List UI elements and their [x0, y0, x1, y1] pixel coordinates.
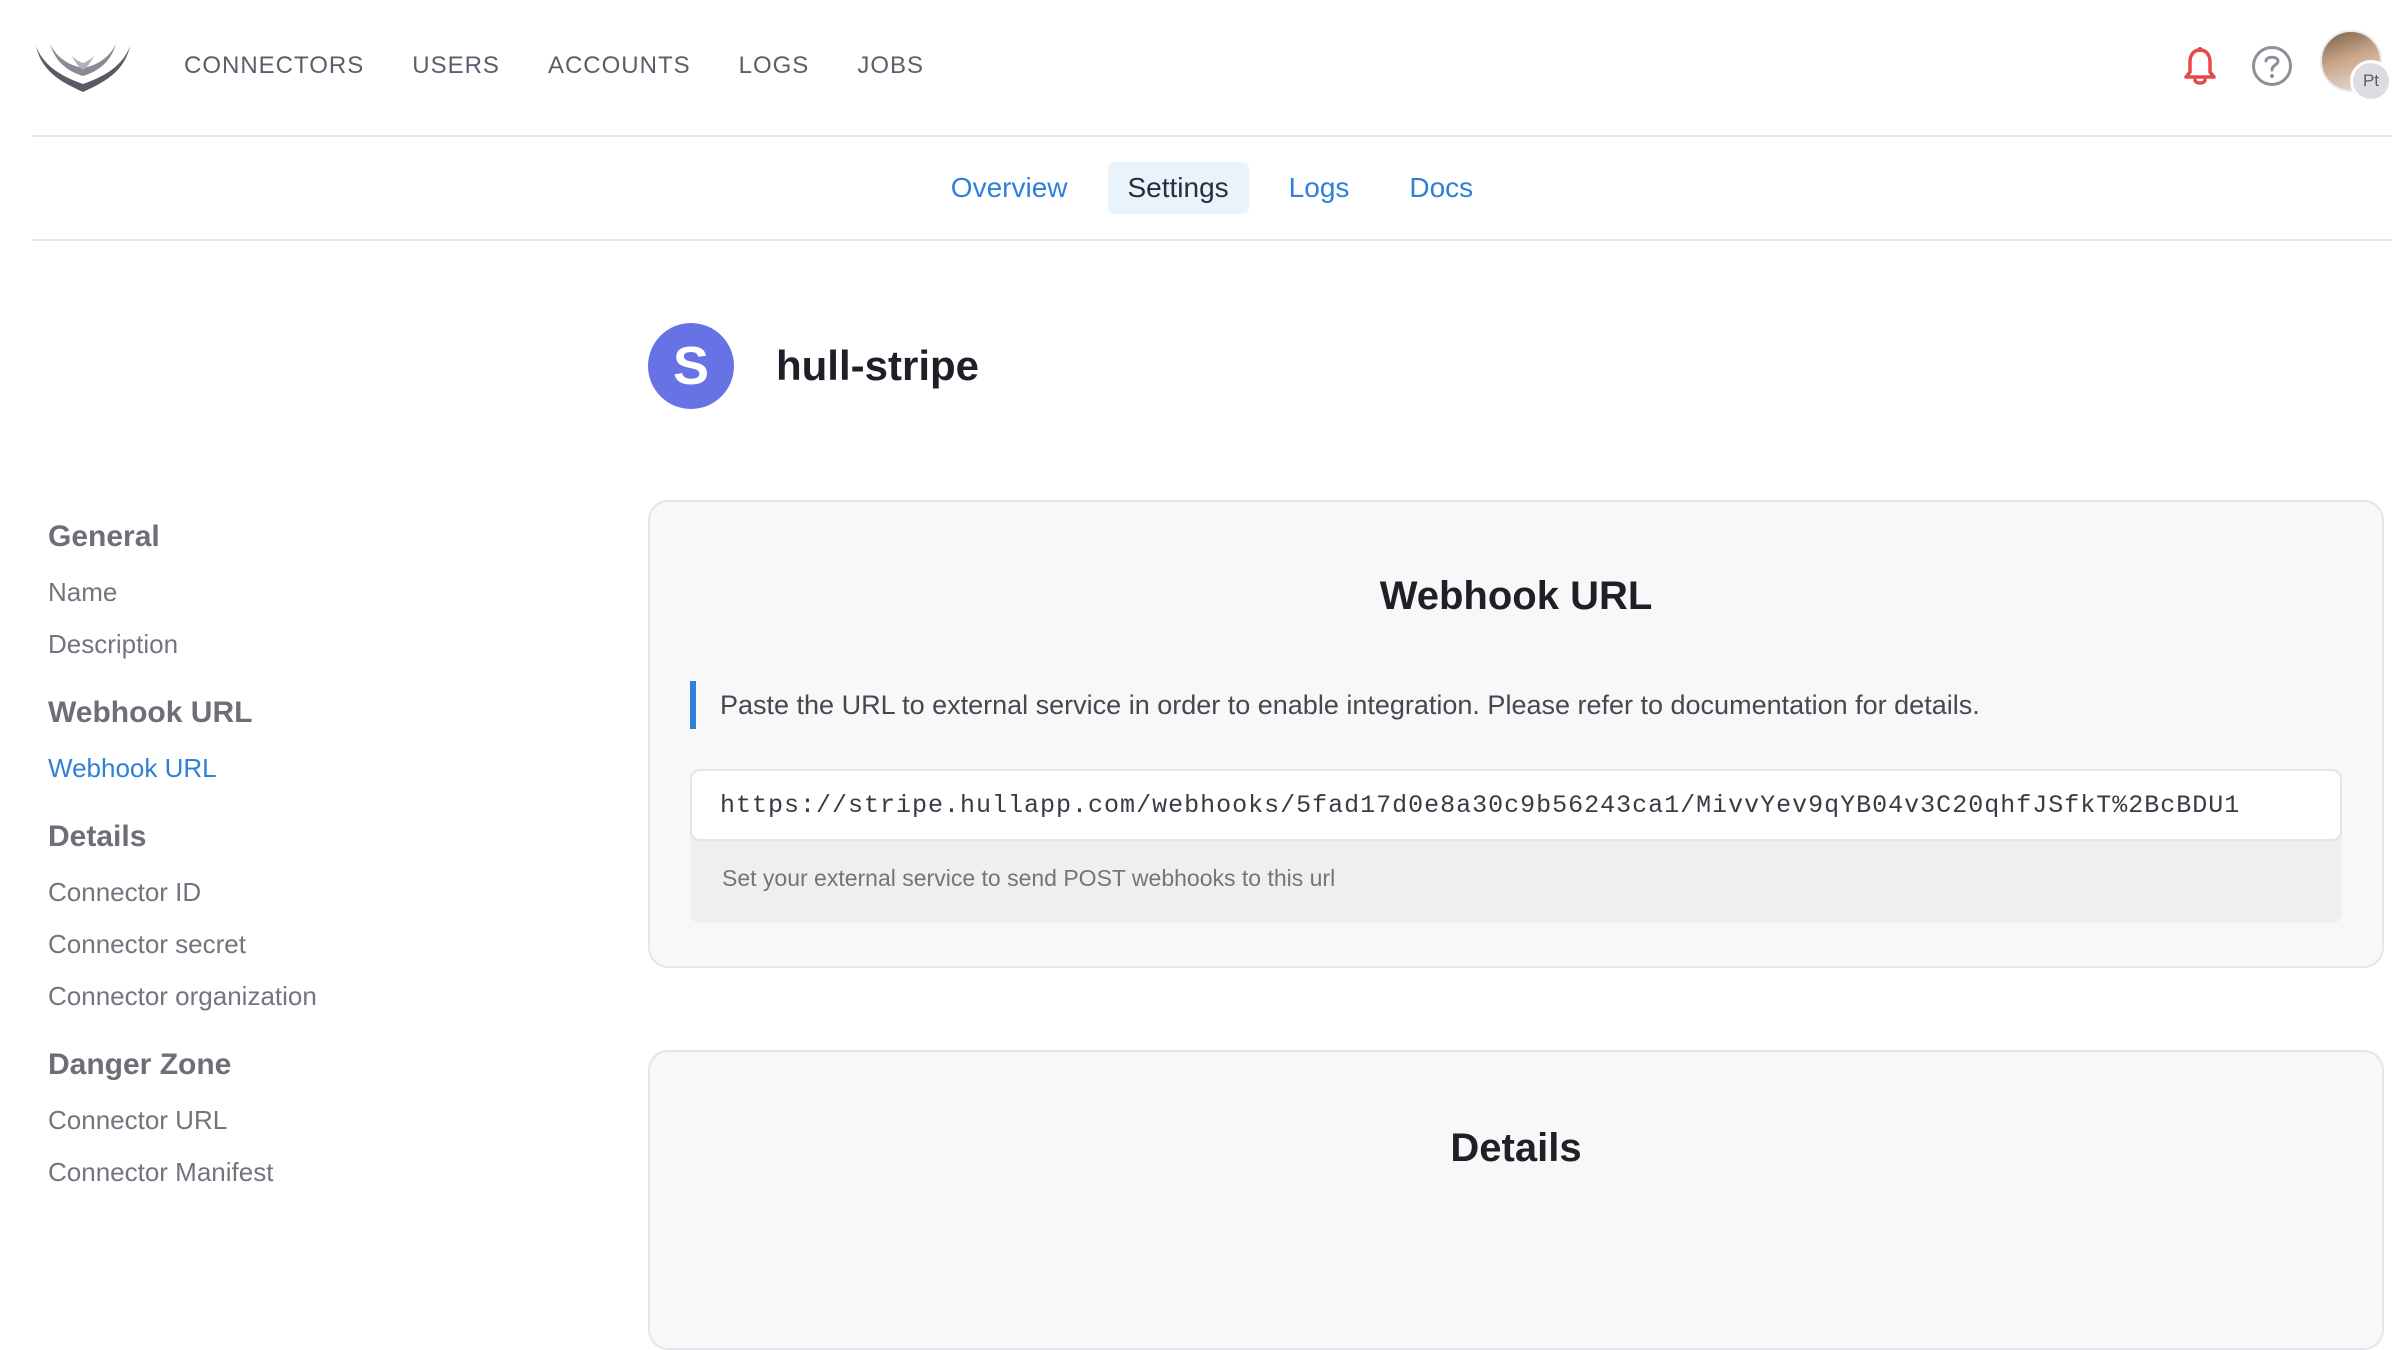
- help-icon[interactable]: [2248, 42, 2296, 90]
- tab-overview[interactable]: Overview: [931, 162, 1088, 214]
- webhook-url-input[interactable]: [690, 769, 2342, 841]
- nav-users[interactable]: USERS: [412, 52, 500, 80]
- connector-name: hull-stripe: [776, 342, 980, 389]
- connector-header: S hull-stripe: [648, 323, 979, 409]
- organization-badge: Pt: [2350, 60, 2392, 102]
- sidebar-section-webhook-url: Webhook URL Webhook URL: [48, 696, 428, 794]
- card-title: Webhook URL: [1379, 574, 1653, 618]
- sidebar-section-general: General Name Description: [48, 520, 428, 670]
- stripe-logo-icon: S: [648, 323, 734, 409]
- sidebar-item-connector-url[interactable]: Connector URL: [48, 1094, 428, 1146]
- tab-logs[interactable]: Logs: [1269, 162, 1370, 214]
- nav-jobs[interactable]: JOBS: [857, 52, 924, 80]
- webhook-url-hint: Set your external service to send POST w…: [722, 865, 1336, 891]
- sidebar-item-connector-secret[interactable]: Connector secret: [48, 918, 428, 970]
- nav-accounts[interactable]: ACCOUNTS: [548, 52, 691, 80]
- sidebar-item-description[interactable]: Description: [48, 618, 428, 670]
- bell-icon[interactable]: [2176, 42, 2224, 90]
- sidebar-item-connector-manifest[interactable]: Connector Manifest: [48, 1146, 428, 1198]
- sidebar-heading: Webhook URL: [48, 696, 253, 729]
- sidebar-section-danger-zone: Danger Zone Connector URL Connector Mani…: [48, 1048, 428, 1198]
- webhook-url-field: Set your external service to send POST w…: [690, 769, 2342, 923]
- nav-logs[interactable]: LOGS: [739, 52, 810, 80]
- sidebar-heading: Details: [48, 820, 147, 853]
- sidebar-heading: General: [48, 520, 160, 553]
- hull-logo-icon[interactable]: [32, 38, 134, 98]
- settings-sidebar: General Name Description Webhook URL Web…: [48, 520, 428, 1224]
- sidebar-item-connector-organization[interactable]: Connector organization: [48, 970, 428, 1022]
- sidebar-item-webhook-url[interactable]: Webhook URL: [48, 742, 428, 794]
- user-avatar[interactable]: Pt: [2320, 30, 2392, 102]
- main-nav: CONNECTORS USERS ACCOUNTS LOGS JOBS: [184, 0, 972, 131]
- top-navigation-bar: CONNECTORS USERS ACCOUNTS LOGS JOBS Pt: [32, 0, 2392, 137]
- sidebar-section-details: Details Connector ID Connector secret Co…: [48, 820, 428, 1022]
- tab-docs[interactable]: Docs: [1389, 162, 1493, 214]
- sidebar-heading: Danger Zone: [48, 1048, 232, 1081]
- tab-settings[interactable]: Settings: [1107, 162, 1249, 214]
- webhook-instructions: Paste the URL to external service in ord…: [690, 681, 2342, 729]
- card-title: Details: [1450, 1126, 1582, 1170]
- webhook-url-card: Webhook URL Paste the URL to external se…: [648, 500, 2384, 968]
- sidebar-item-connector-id[interactable]: Connector ID: [48, 866, 428, 918]
- nav-connectors[interactable]: CONNECTORS: [184, 52, 364, 80]
- sidebar-item-name[interactable]: Name: [48, 566, 428, 618]
- details-card: Details: [648, 1050, 2384, 1350]
- connector-tabs: Overview Settings Logs Docs: [32, 137, 2392, 241]
- top-right-actions: Pt: [2176, 30, 2392, 102]
